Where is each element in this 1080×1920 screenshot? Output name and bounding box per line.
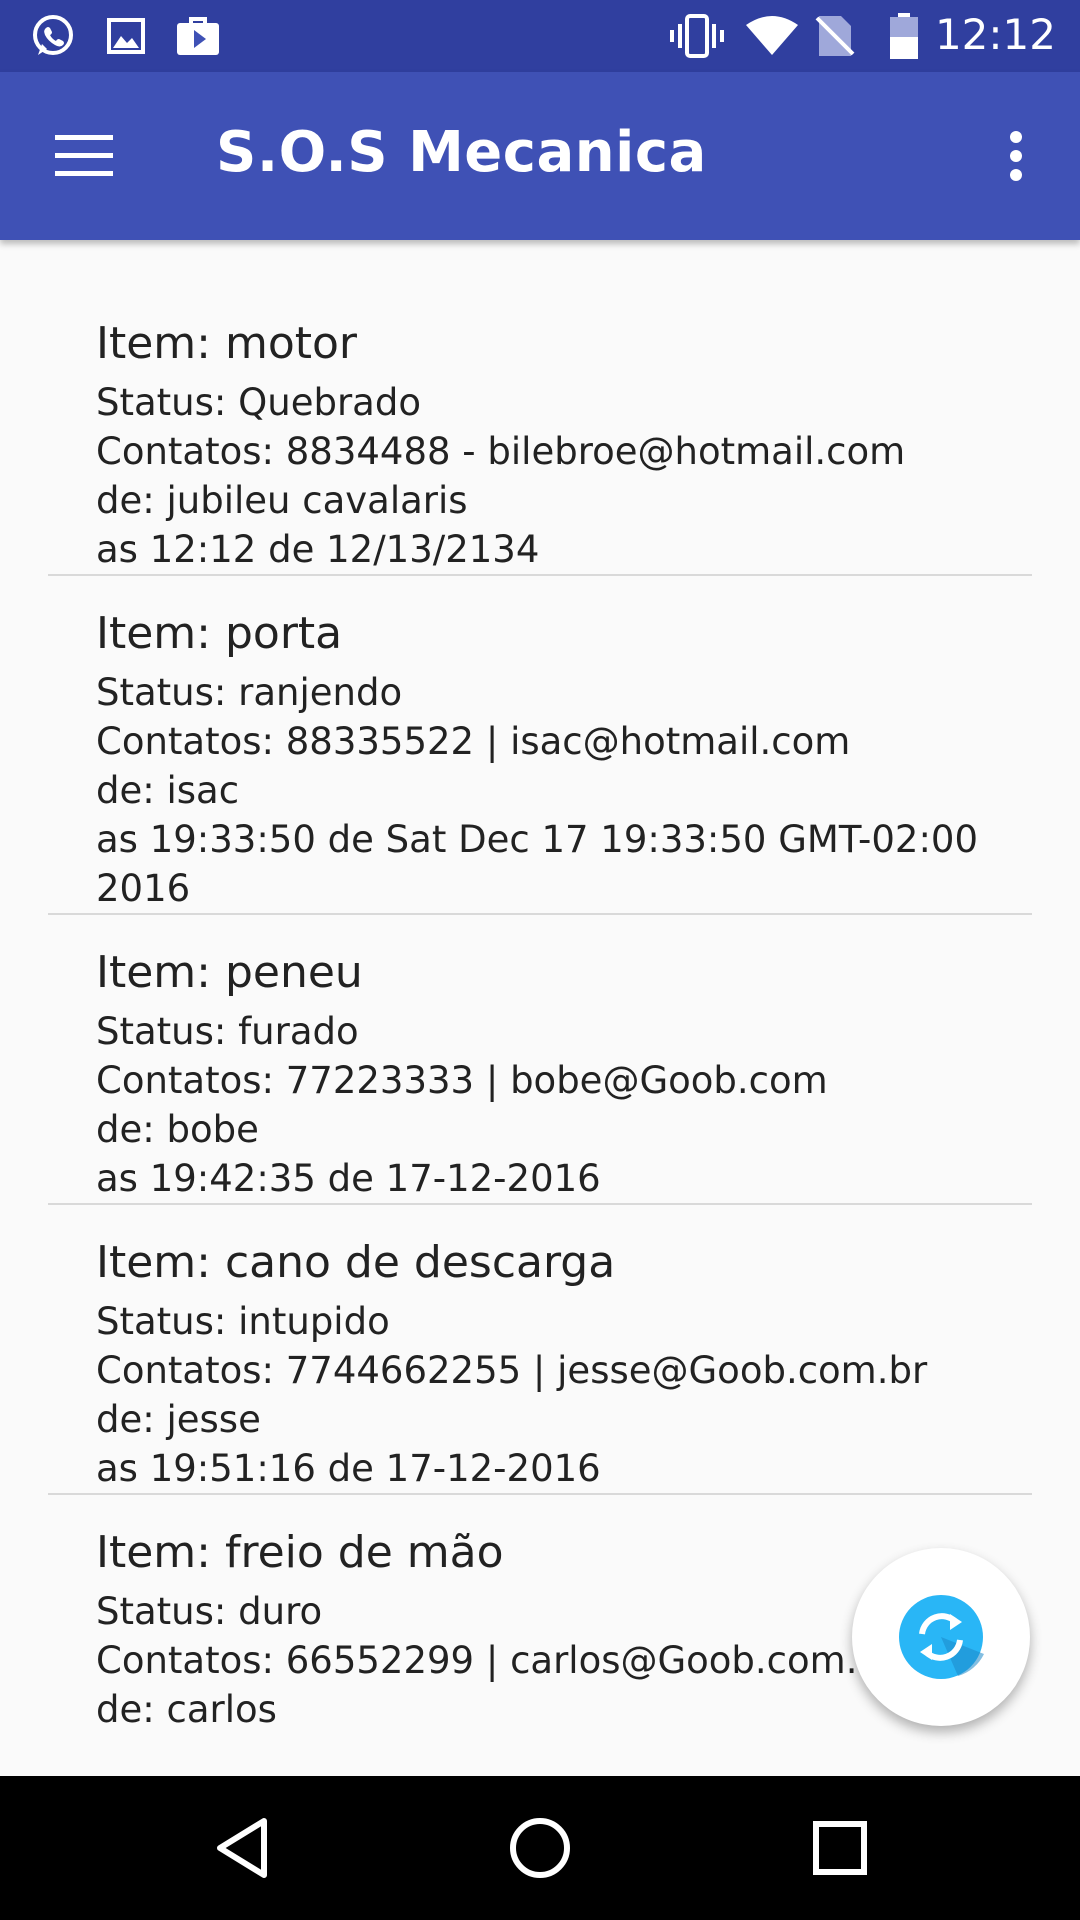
no-sim-icon xyxy=(812,14,858,58)
item-title: Item: peneu xyxy=(96,947,363,998)
item-contacts: Contatos: 77223333 | bobe@Goob.com xyxy=(96,1059,828,1102)
item-contacts: Contatos: 66552299 | carlos@Goob.com.br xyxy=(96,1639,897,1682)
item-time: as 19:42:35 de 17-12-2016 xyxy=(96,1157,601,1200)
navigation-bar xyxy=(0,1776,1080,1920)
home-icon[interactable] xyxy=(490,1798,590,1898)
item-status: Status: ranjendo xyxy=(96,671,403,714)
item-status: Status: Quebrado xyxy=(96,381,421,424)
item-contacts: Contatos: 8834488 - bilebroe@hotmail.com xyxy=(96,430,906,473)
item-time: as 19:33:50 de Sat Dec 17 19:33:50 GMT-0… xyxy=(96,818,979,910)
list-item[interactable]: Item: motor Status: Quebrado Contatos: 8… xyxy=(48,316,1032,576)
item-contacts: Contatos: 7744662255 | jesse@Goob.com.br xyxy=(96,1349,928,1392)
item-title: Item: motor xyxy=(96,318,358,369)
item-from: de: isac xyxy=(96,769,240,812)
more-vert-icon[interactable] xyxy=(986,112,1046,200)
item-status: Status: intupido xyxy=(96,1300,390,1343)
item-title: Item: porta xyxy=(96,608,343,659)
sync-button[interactable] xyxy=(852,1548,1030,1726)
item-status: Status: duro xyxy=(96,1590,323,1633)
list-item[interactable]: Item: peneu Status: furado Contatos: 772… xyxy=(48,915,1032,1205)
vibrate-icon xyxy=(668,14,726,58)
sync-icon xyxy=(899,1595,984,1679)
app-title: S.O.S Mecanica xyxy=(216,120,707,185)
item-status: Status: furado xyxy=(96,1010,359,1053)
item-title: Item: freio de mão xyxy=(96,1527,504,1578)
back-icon[interactable] xyxy=(192,1798,292,1898)
recents-icon[interactable] xyxy=(790,1798,890,1898)
image-icon xyxy=(104,14,148,58)
list-item[interactable]: Item: porta Status: ranjendo Contatos: 8… xyxy=(48,576,1032,915)
service-list[interactable]: Item: motor Status: Quebrado Contatos: 8… xyxy=(0,240,1080,1726)
app-bar: S.O.S Mecanica xyxy=(0,72,1080,240)
item-time: as 19:51:16 de 17-12-2016 xyxy=(96,1447,601,1490)
item-title: Item: cano de descarga xyxy=(96,1237,616,1288)
hamburger-menu-icon[interactable] xyxy=(40,112,128,200)
list-item[interactable]: Item: cano de descarga Status: intupido … xyxy=(48,1205,1032,1495)
battery-icon xyxy=(884,13,924,59)
status-time: 12:12 xyxy=(934,10,1056,59)
whatsapp-icon xyxy=(28,14,78,58)
item-from: de: bobe xyxy=(96,1108,259,1151)
item-from: de: carlos xyxy=(96,1688,277,1726)
item-time: as 12:12 de 12/13/2134 xyxy=(96,528,540,571)
item-contacts: Contatos: 88335522 | isac@hotmail.com xyxy=(96,720,851,763)
item-from: de: jubileu cavalaris xyxy=(96,479,468,522)
wifi-icon xyxy=(744,14,800,58)
play-store-icon xyxy=(174,14,222,58)
item-from: de: jesse xyxy=(96,1398,261,1441)
status-bar: 12:12 xyxy=(0,0,1080,72)
